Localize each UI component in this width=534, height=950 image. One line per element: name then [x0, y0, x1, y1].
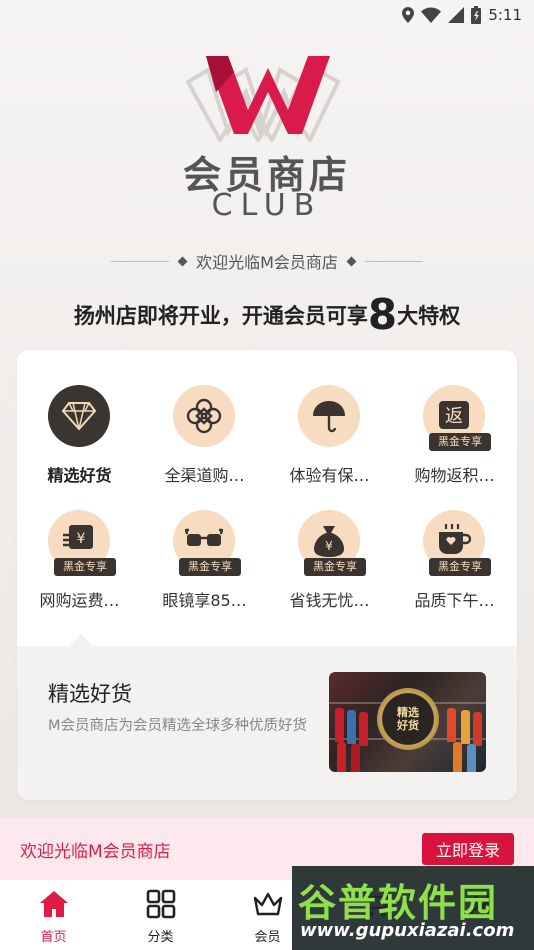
banner-text: 欢迎光临M会员商店: [20, 841, 171, 862]
headline: 扬州店即将开业，开通会员可享8大特权: [0, 290, 534, 339]
privilege-icon-circle: [298, 385, 360, 447]
bottle-shape: [351, 744, 360, 772]
bottle-shape: [347, 710, 356, 744]
m-club-logo: [186, 56, 341, 142]
flower-icon: [186, 398, 222, 434]
watermark-title: 谷普软件园: [298, 880, 499, 925]
yuan-char: ¥: [77, 531, 86, 547]
bottle-shape: [473, 712, 482, 746]
wifi-icon: [421, 7, 442, 23]
privilege-icon-circle: [173, 385, 235, 447]
money-bag-icon: ¥: [314, 526, 344, 557]
selection-pointer: [69, 634, 93, 646]
selected-goods-seal: 精选 好货: [377, 688, 439, 750]
welcome-text: 欢迎光临M会员商店: [196, 253, 338, 272]
tab-home[interactable]: 首页: [0, 880, 107, 950]
battery-icon: [471, 6, 482, 24]
bottle-shape: [447, 708, 456, 742]
rebate-icon: 返: [439, 401, 469, 429]
privilege-icon-circle: ¥ 黑金专享: [298, 510, 366, 576]
privilege-item-omnichannel[interactable]: 全渠道购…: [142, 350, 267, 485]
umbrella-icon: [313, 401, 345, 433]
diamond-bullet-icon: [346, 256, 357, 266]
status-bar: 5:11: [0, 0, 534, 30]
privilege-icon-circle: ¥ 黑金专享: [48, 510, 116, 576]
seal-text-line1: 精选: [397, 706, 419, 719]
headline-suffix: 大特权: [397, 304, 461, 328]
privilege-label: 品质下午…: [414, 591, 495, 610]
privilege-item-shipping[interactable]: ¥ 黑金专享 网购运费…: [17, 475, 142, 610]
bottle-shape: [461, 710, 470, 744]
headline-number: 8: [367, 290, 398, 339]
privilege-icon-circle: [48, 385, 110, 447]
bottle-shape: [453, 742, 462, 772]
privilege-item-money-saving[interactable]: ¥ 黑金专享 省钱无忧…: [267, 475, 392, 610]
detail-title: 精选好货: [48, 682, 132, 706]
privilege-detail-panel: 精选好货 M会员商店为会员精选全球多种优质好货 精选 好货: [17, 646, 517, 800]
shipping-icon: ¥: [63, 525, 93, 549]
black-gold-badge: 黑金专享: [429, 558, 491, 576]
bottle-shape: [359, 712, 368, 746]
privilege-item-selected-goods[interactable]: 精选好货: [17, 350, 142, 485]
divider-line: [364, 260, 423, 262]
privilege-icon-circle: 黑金专享: [173, 510, 241, 576]
black-gold-badge: 黑金专享: [179, 558, 241, 576]
detail-description: M会员商店为会员精选全球多种优质好货: [48, 718, 308, 734]
crown-icon: [253, 892, 283, 916]
glasses-icon: [184, 528, 224, 546]
divider-line: [111, 260, 170, 262]
site-watermark: 谷普软件园 www.gupuxiazai.com: [292, 866, 534, 950]
headline-prefix: 扬州店即将开业，开通会员可享: [73, 304, 368, 328]
privilege-item-afternoon-tea[interactable]: 黑金专享 品质下午…: [392, 475, 517, 610]
watermark-url: www.gupuxiazai.com: [300, 920, 515, 941]
privilege-label: 网购运费…: [39, 591, 120, 610]
detail-image: 精选 好货: [329, 672, 486, 772]
tab-label: 分类: [147, 930, 174, 945]
tab-category[interactable]: 分类: [107, 880, 214, 950]
privilege-item-experience[interactable]: 体验有保…: [267, 350, 392, 485]
privilege-label: 省钱无忧…: [289, 591, 370, 610]
tab-label: 首页: [40, 930, 67, 945]
bottle-shape: [337, 742, 346, 772]
privilege-icon-circle: 返 黑金专享: [423, 385, 491, 451]
privilege-item-rebate[interactable]: 返 黑金专享 购物返积…: [392, 350, 517, 485]
diamond-icon: [62, 402, 96, 431]
black-gold-badge: 黑金专享: [54, 558, 116, 576]
black-gold-badge: 黑金专享: [304, 558, 366, 576]
status-time: 5:11: [488, 6, 522, 24]
location-icon: [402, 7, 415, 23]
black-gold-badge: 黑金专享: [429, 433, 491, 451]
category-grid-icon: [146, 889, 176, 919]
seal-text-line2: 好货: [397, 719, 419, 732]
bottle-shape: [335, 708, 344, 742]
privilege-label: 眼镜享85…: [162, 591, 247, 610]
welcome-divider: 欢迎光临M会员商店: [0, 250, 534, 272]
coffee-cup-icon: [439, 524, 472, 554]
diamond-bullet-icon: [177, 256, 188, 266]
privilege-grid: 精选好货 全渠道购… 体验有保… 返 黑金专享 购物返积… ¥ 黑金专享 网购运…: [17, 350, 517, 644]
privilege-card: 精选好货 全渠道购… 体验有保… 返 黑金专享 购物返积… ¥ 黑金专享 网购运…: [17, 350, 517, 800]
bottle-shape: [467, 744, 476, 772]
yuan-char: ¥: [325, 539, 333, 553]
privilege-item-glasses[interactable]: 黑金专享 眼镜享85…: [142, 475, 267, 610]
signal-icon: [448, 7, 465, 23]
logo-subtitle: CLUB: [211, 188, 323, 223]
login-button[interactable]: 立即登录: [422, 833, 514, 865]
privilege-icon-circle: 黑金专享: [423, 510, 491, 576]
home-icon: [40, 891, 68, 917]
rebate-char: 返: [445, 406, 463, 427]
